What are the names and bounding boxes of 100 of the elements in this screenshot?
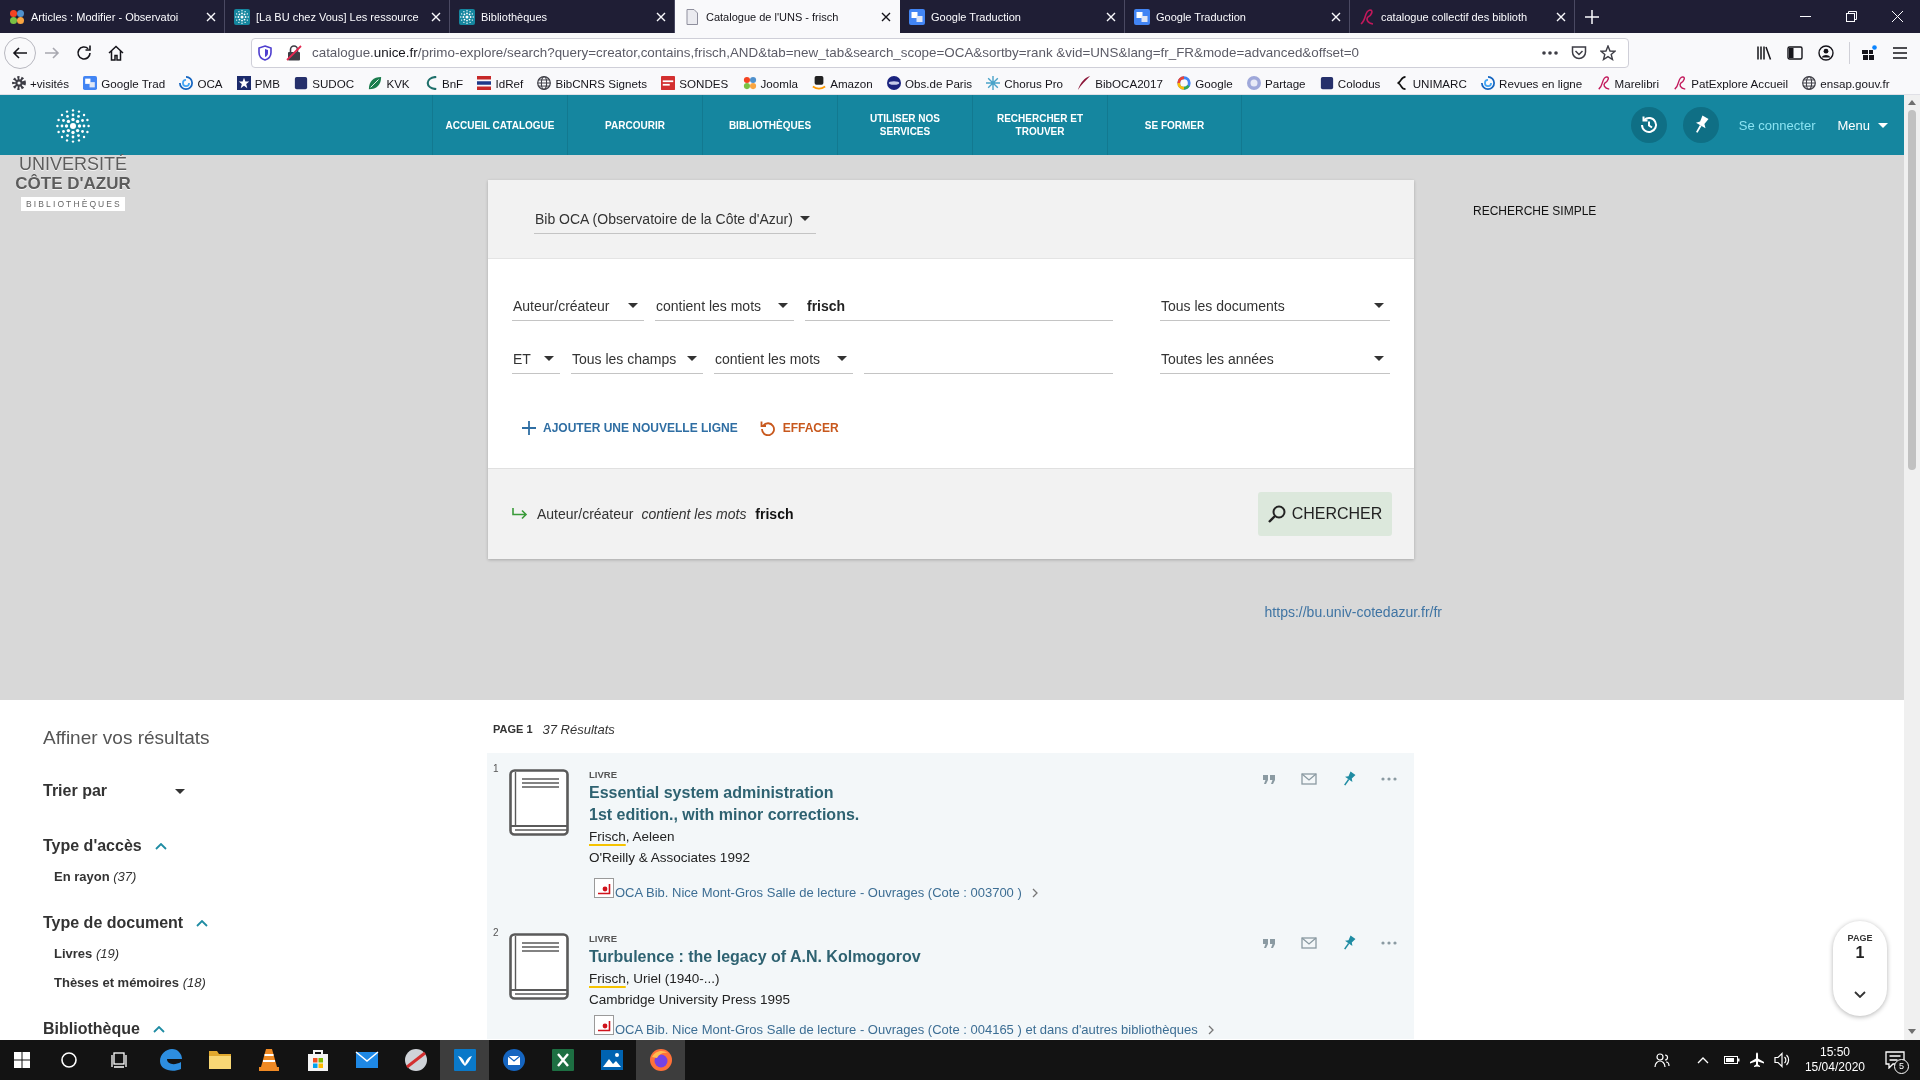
field-dropdown[interactable]: Auteur/créateur — [512, 291, 644, 321]
bookmark-link[interactable]: SONDES — [661, 76, 729, 90]
bookmark-link[interactable]: Google Trad — [83, 76, 166, 90]
pocket-icon[interactable] — [1571, 44, 1587, 61]
search-input[interactable]: frisch — [805, 291, 1113, 321]
pin-icon[interactable] — [1341, 771, 1357, 787]
bookmark-link[interactable]: Obs.de Paris — [887, 76, 973, 90]
bookmark-link[interactable]: BibOCA2017 — [1077, 76, 1163, 90]
filter-dropdown[interactable]: Toutes les années — [1160, 344, 1390, 374]
restore-icon[interactable] — [1845, 11, 1857, 22]
crossed-lock-icon[interactable] — [286, 44, 302, 61]
task-view-icon[interactable] — [111, 1052, 127, 1068]
minimize-icon[interactable] — [1799, 16, 1811, 17]
search-button[interactable]: CHERCHER — [1258, 492, 1392, 536]
bookmark-link[interactable]: PatExplore Accueil — [1673, 76, 1788, 90]
scope-dropdown[interactable]: Bib OCA (Observatoire de la Côte d'Azur) — [534, 204, 816, 234]
bookmark-link[interactable]: KVK — [368, 76, 410, 90]
library-icon[interactable] — [1756, 44, 1772, 61]
facet-toggle[interactable]: Bibliothèque — [43, 1019, 165, 1039]
scroll-up-icon[interactable] — [1908, 100, 1916, 105]
plus-icon[interactable] — [1585, 9, 1599, 24]
menu-icon[interactable] — [1892, 44, 1908, 61]
scrollbar-thumb[interactable] — [1908, 110, 1916, 470]
operator-dropdown[interactable]: ET — [512, 344, 560, 374]
bookmark-link[interactable]: Joomla — [742, 76, 798, 90]
filter-dropdown[interactable]: Tous les documents — [1160, 291, 1390, 321]
bookmark-link[interactable]: BibCNRS Signets — [537, 76, 647, 90]
facet-link[interactable]: Livres (19) — [54, 944, 120, 964]
airplane-icon[interactable] — [1748, 1052, 1765, 1068]
bookmark-link[interactable]: Partage — [1246, 76, 1306, 90]
clear-button[interactable]: EFFACER — [759, 420, 839, 436]
browser-tab[interactable]: Catalogue de l'UNS - frisch — [675, 0, 900, 33]
chevron-up-icon[interactable] — [1696, 1056, 1709, 1064]
availability-link[interactable]: OCA Bib. Nice Mont-Gros Salle de lecture - Ouvrages (Cote : 004165 ) et dans d'autres bibliothèques — [615, 1021, 1214, 1039]
condition-dropdown[interactable]: contient les mots — [714, 344, 853, 374]
facet-link[interactable]: Thèses et mémoires (18) — [54, 973, 206, 993]
facet-link[interactable]: En rayon (37) — [54, 867, 137, 887]
windows-logo-icon[interactable] — [14, 1052, 30, 1068]
bookmark-link[interactable]: SUDOC — [294, 76, 355, 90]
back-button[interactable] — [4, 36, 36, 69]
shield-icon[interactable] — [257, 44, 273, 61]
people-icon[interactable] — [1653, 1052, 1670, 1068]
logo-subtitle: CÔTE D'AZUR — [15, 173, 131, 195]
more-icon[interactable] — [1542, 50, 1558, 55]
condition-dropdown[interactable]: contient les mots — [655, 291, 794, 321]
sunburst-icon — [459, 8, 475, 25]
envelope-icon[interactable] — [1301, 771, 1317, 787]
result-title[interactable]: Turbulence : the legacy of A.N. Kolmogorov — [589, 946, 921, 968]
pin-icon[interactable] — [1682, 107, 1719, 143]
library-website-link[interactable]: https://bu.univ-cotedazur.fr/fr — [1264, 604, 1442, 620]
notification-icon[interactable] — [1885, 1051, 1905, 1069]
sunburst-logo-icon[interactable] — [56, 109, 90, 143]
menu-button[interactable]: Menu — [1837, 117, 1888, 133]
sort-dropdown[interactable]: Trier par — [43, 779, 185, 803]
close-icon[interactable] — [881, 11, 891, 22]
account-icon[interactable] — [1818, 44, 1834, 61]
bookmark-link[interactable]: +visités — [12, 76, 69, 90]
bookmark-link[interactable]: Google — [1177, 76, 1233, 90]
bookmark-link[interactable]: OCA — [179, 76, 223, 90]
facet-toggle[interactable]: Type d'accès — [43, 836, 167, 856]
facet-toggle[interactable]: Type de document — [43, 913, 209, 933]
taskbar-app[interactable] — [440, 1040, 489, 1080]
ring-icon[interactable] — [61, 1052, 77, 1068]
bookmark-link[interactable]: Revues en ligne — [1481, 76, 1583, 90]
blocks-icon[interactable] — [1861, 44, 1877, 61]
availability-link[interactable]: OCA Bib. Nice Mont-Gros Salle de lecture - Ouvrages (Cote : 003700 ) — [615, 884, 1038, 902]
bookmark-link[interactable]: Colodus — [1319, 76, 1381, 90]
scroll-down-icon[interactable] — [1908, 1029, 1916, 1034]
sidebar-icon[interactable] — [1787, 44, 1803, 61]
flame-globe-icon — [648, 1048, 673, 1072]
add-line-button[interactable]: AJOUTER UNE NOUVELLE LIGNE — [522, 421, 738, 435]
address-bar[interactable]: catalogue.unice.fr/primo-explore/search?query=creator,contains,frisch,AND&tab=new_tab&search_scope=OCA&sortby=rank &vid=UNS&lang=fr_FR&mode=advanced&offset=0 — [251, 37, 1629, 68]
clock[interactable]: 15:50 15/04/2020 — [1798, 1045, 1871, 1075]
result-title[interactable]: Essential system administration — [589, 782, 834, 804]
ring-icon — [1177, 76, 1192, 90]
stripes-icon — [477, 76, 492, 90]
pin-icon[interactable] — [1341, 935, 1357, 951]
bookmark-link[interactable]: UNIMARC — [1394, 76, 1467, 90]
back-arrow-icon — [12, 44, 28, 61]
smile-icon — [812, 76, 827, 90]
bookmark-link[interactable]: BnF — [423, 76, 464, 90]
bookmark-link[interactable]: Marelibri — [1596, 76, 1659, 90]
simple-search-link[interactable]: RECHERCHE SIMPLE — [1473, 204, 1597, 218]
envelope-icon[interactable] — [1301, 935, 1317, 951]
brace-icon — [1394, 76, 1409, 90]
bookmark-link[interactable]: Amazon — [812, 76, 873, 90]
home-icon[interactable] — [108, 44, 124, 61]
bookmark-link[interactable]: IdRef — [477, 76, 524, 90]
bookmark-link[interactable]: ensap.gouv.fr — [1802, 76, 1890, 90]
speaker-icon[interactable] — [1773, 1052, 1790, 1068]
chevron-down-icon[interactable] — [1854, 991, 1866, 998]
star-icon[interactable] — [1600, 44, 1616, 61]
history-icon[interactable] — [1630, 107, 1667, 143]
bag-icon — [305, 1048, 330, 1072]
reload-icon[interactable] — [76, 44, 92, 61]
scrollbar-track[interactable] — [1904, 95, 1920, 1040]
bookmark-link[interactable]: Chorus Pro — [986, 76, 1063, 90]
field-dropdown[interactable]: Tous les champs — [571, 344, 703, 374]
swirl-icon — [1481, 76, 1496, 90]
bookmark-link[interactable]: PMB — [236, 76, 280, 90]
